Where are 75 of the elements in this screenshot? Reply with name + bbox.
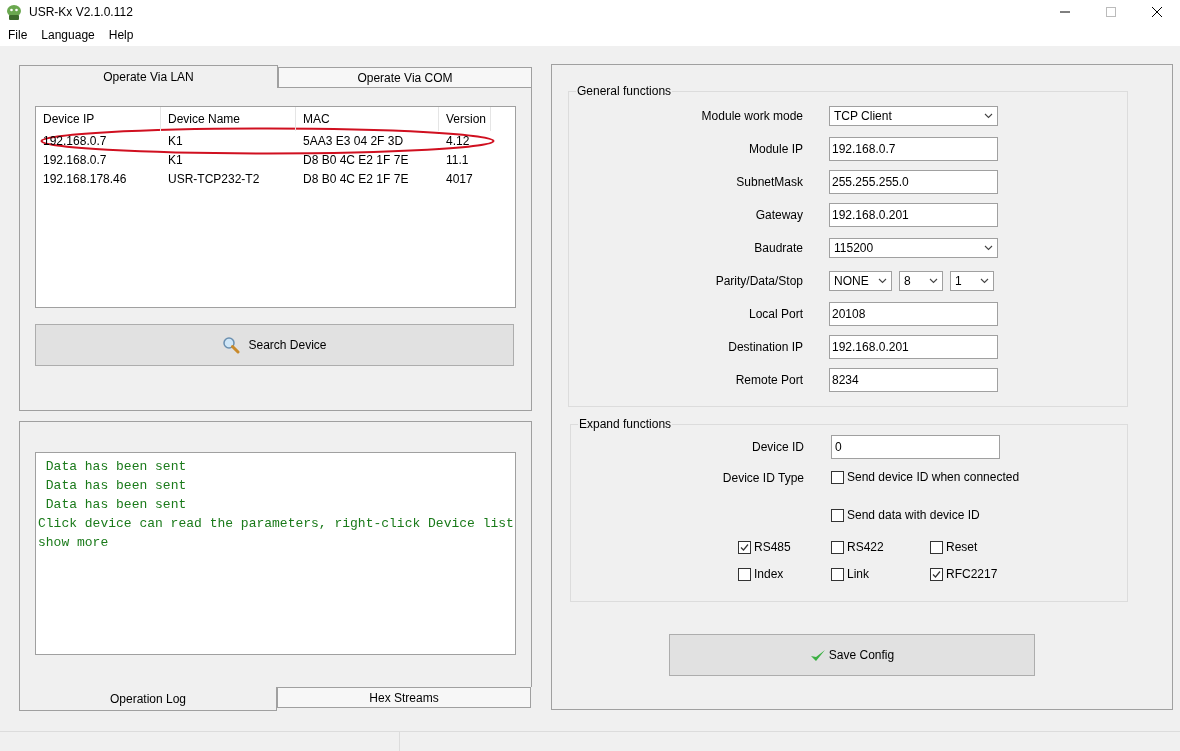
- option-checkbox[interactable]: Reset: [930, 538, 1010, 556]
- table-cell-text: K1: [167, 151, 184, 169]
- table-cell-text: 5AA3 E3 04 2F 3D: [302, 132, 405, 150]
- menu-item[interactable]: Language: [41, 26, 95, 44]
- table-cell-text: 11.1: [445, 151, 470, 169]
- option-checkbox[interactable]: RS422: [831, 538, 930, 556]
- table-cell-text: 4.12: [445, 132, 471, 150]
- dropdown[interactable]: 1: [950, 271, 994, 291]
- field-label: Parity/Data/Stop: [714, 273, 803, 290]
- window-title: USR-Kx V2.1.0.112: [29, 4, 133, 21]
- field-label: Remote Port: [734, 372, 803, 389]
- input-field[interactable]: 20108: [829, 302, 998, 326]
- option-checkbox[interactable]: Index: [738, 565, 831, 583]
- caret-icon: [980, 278, 989, 284]
- input-field[interactable]: 192.168.0.201: [829, 335, 998, 359]
- caret-icon: [929, 278, 938, 284]
- table-cell-text: 4017: [445, 170, 474, 188]
- dropdown[interactable]: TCP Client: [829, 106, 998, 126]
- input-field[interactable]: 192.168.0.7: [829, 137, 998, 161]
- field-label: Device ID: [751, 439, 804, 456]
- app-logo-icon: [5, 3, 23, 21]
- option-checkbox[interactable]: RS485: [738, 538, 831, 556]
- dropdown[interactable]: NONE: [829, 271, 892, 291]
- field-label: Module work mode: [700, 108, 803, 125]
- option-checkbox[interactable]: Send device ID when connected: [831, 468, 1020, 486]
- option-checkbox[interactable]: Send data with device ID: [831, 506, 1020, 524]
- search-icon: [222, 336, 241, 354]
- table-cell-text: 192.168.0.7: [42, 151, 108, 169]
- group-title: Expand functions: [578, 417, 673, 431]
- table-cell-text: 192.168.178.46: [42, 170, 128, 188]
- field-label: Module IP: [747, 141, 803, 158]
- table-cell-text: D8 B0 4C E2 1F 7E: [302, 170, 410, 188]
- log-line: Click device can read the parameters, right-click Device list show more: [38, 515, 515, 552]
- field-label: Destination IP: [727, 339, 803, 356]
- search-button[interactable]: Search Device: [35, 324, 514, 366]
- group-title: General functions: [576, 84, 673, 98]
- column-header[interactable]: MAC: [296, 107, 439, 131]
- save-button[interactable]: Save Config: [669, 634, 1035, 676]
- input-field[interactable]: 0: [831, 435, 1000, 459]
- table-cell-text: 192.168.0.7: [42, 132, 108, 150]
- field-label: Baudrate: [753, 240, 803, 257]
- field-label: Local Port: [747, 306, 803, 323]
- check-icon: [739, 541, 750, 553]
- table-cell-text: D8 B0 4C E2 1F 7E: [302, 151, 410, 169]
- log-line: Data has been sent: [44, 458, 188, 476]
- option-checkbox[interactable]: RFC2217: [930, 565, 1010, 583]
- dropdown[interactable]: 115200: [829, 238, 998, 258]
- table-cell-text: K1: [167, 132, 184, 150]
- caret-icon: [984, 245, 993, 251]
- tab[interactable]: Operate Via COM: [278, 67, 532, 88]
- field-label: Device ID Type: [721, 470, 804, 487]
- close-icon: [1152, 7, 1162, 17]
- table-cell-text: USR-TCP232-T2: [167, 170, 261, 188]
- menu-item[interactable]: Help: [108, 26, 134, 44]
- column-header[interactable]: Device Name: [161, 107, 296, 131]
- column-header[interactable]: Version: [439, 107, 491, 131]
- checkmark-icon: [809, 648, 826, 662]
- field-label: Gateway: [754, 207, 803, 224]
- dropdown[interactable]: 8: [899, 271, 943, 291]
- option-checkbox[interactable]: Link: [831, 565, 930, 583]
- menu-item[interactable]: File: [8, 26, 28, 44]
- caret-icon: [878, 278, 887, 284]
- input-field[interactable]: 192.168.0.201: [829, 203, 998, 227]
- caret-icon: [984, 113, 993, 119]
- check-icon: [931, 568, 942, 580]
- input-field[interactable]: 8234: [829, 368, 998, 392]
- tab[interactable]: Hex Streams: [277, 687, 531, 708]
- input-field[interactable]: 255.255.255.0: [829, 170, 998, 194]
- field-label: SubnetMask: [735, 174, 803, 191]
- column-header[interactable]: Device IP: [36, 107, 161, 131]
- maximize-icon: [1106, 7, 1116, 17]
- tab[interactable]: Operation Log: [19, 687, 277, 711]
- log-line: Data has been sent: [44, 496, 188, 514]
- log-line: Data has been sent: [44, 477, 188, 495]
- tab[interactable]: Operate Via LAN: [19, 65, 278, 88]
